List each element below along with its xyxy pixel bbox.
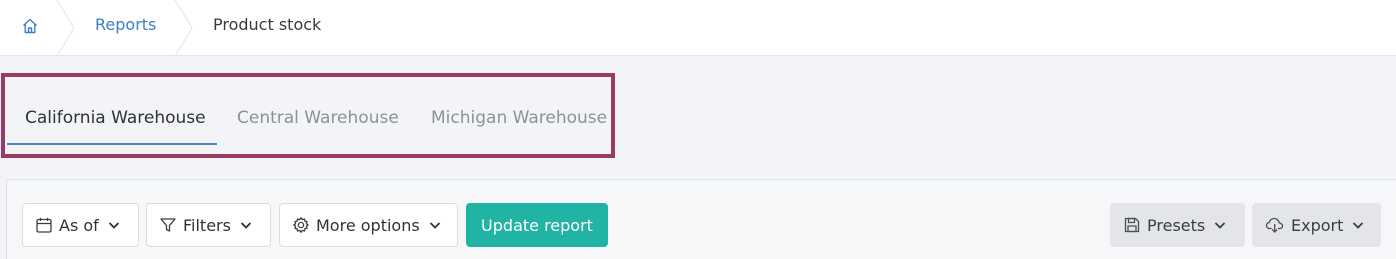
- chevron-down-icon: [1351, 218, 1365, 232]
- filters-button[interactable]: Filters: [146, 203, 271, 247]
- tab-central-warehouse[interactable]: Central Warehouse: [237, 108, 399, 128]
- filters-label: Filters: [183, 215, 231, 235]
- as-of-label: As of: [59, 215, 99, 235]
- filter-icon: [159, 216, 177, 234]
- export-label: Export: [1291, 215, 1344, 235]
- more-options-label: More options: [316, 215, 420, 235]
- breadcrumb-separator: [174, 0, 193, 56]
- tab-california-warehouse[interactable]: California Warehouse: [25, 108, 206, 128]
- home-icon[interactable]: [18, 14, 42, 38]
- gear-icon: [292, 216, 310, 234]
- presets-label: Presets: [1147, 215, 1206, 235]
- chevron-down-icon: [1213, 218, 1227, 232]
- update-report-button[interactable]: Update report: [466, 203, 608, 247]
- chevron-down-icon: [428, 218, 442, 232]
- export-button[interactable]: Export: [1252, 203, 1381, 247]
- tab-michigan-warehouse[interactable]: Michigan Warehouse: [431, 108, 607, 128]
- save-icon: [1123, 216, 1141, 234]
- breadcrumb: Reports Product stock: [0, 0, 1396, 56]
- breadcrumb-current: Product stock: [213, 15, 322, 34]
- update-report-label: Update report: [481, 215, 593, 235]
- as-of-button[interactable]: As of: [22, 203, 139, 247]
- presets-button[interactable]: Presets: [1110, 203, 1245, 247]
- calendar-icon: [35, 216, 53, 234]
- active-tab-indicator: [7, 143, 217, 145]
- breadcrumb-separator: [56, 0, 75, 56]
- breadcrumb-reports-link[interactable]: Reports: [95, 15, 156, 34]
- chevron-down-icon: [107, 218, 121, 232]
- warehouse-tabs: California Warehouse Central Warehouse M…: [1, 73, 615, 158]
- cloud-download-icon: [1265, 216, 1285, 234]
- more-options-button[interactable]: More options: [279, 203, 458, 247]
- chevron-down-icon: [239, 218, 253, 232]
